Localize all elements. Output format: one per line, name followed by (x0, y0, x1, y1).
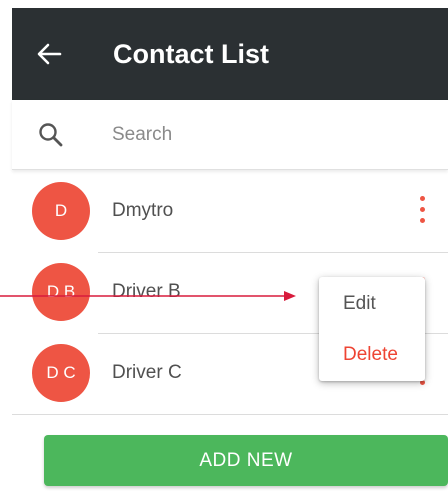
contact-name: Dmytro (112, 200, 174, 221)
list-item[interactable]: D Dmytro (12, 172, 448, 253)
search-input[interactable] (112, 118, 412, 152)
contact-list-screen: Contact List D Dmytro D B Driver B D C D… (12, 0, 448, 497)
context-menu: Edit Delete (319, 277, 425, 381)
avatar: D (32, 182, 90, 240)
app-bar: Contact List (12, 8, 448, 100)
page-title: Contact List (113, 39, 270, 69)
contact-name: Driver C (112, 362, 182, 383)
arrow-left-icon[interactable] (34, 39, 64, 69)
divider (12, 414, 448, 415)
search-bar (12, 100, 448, 170)
add-new-button[interactable]: ADD NEW (44, 435, 448, 486)
avatar: D C (32, 344, 90, 402)
menu-item-edit[interactable]: Edit (319, 282, 425, 326)
menu-item-delete[interactable]: Delete (319, 333, 425, 377)
annotation-arrow-icon (0, 291, 296, 301)
search-icon (39, 123, 63, 147)
more-vert-icon[interactable] (414, 194, 430, 228)
